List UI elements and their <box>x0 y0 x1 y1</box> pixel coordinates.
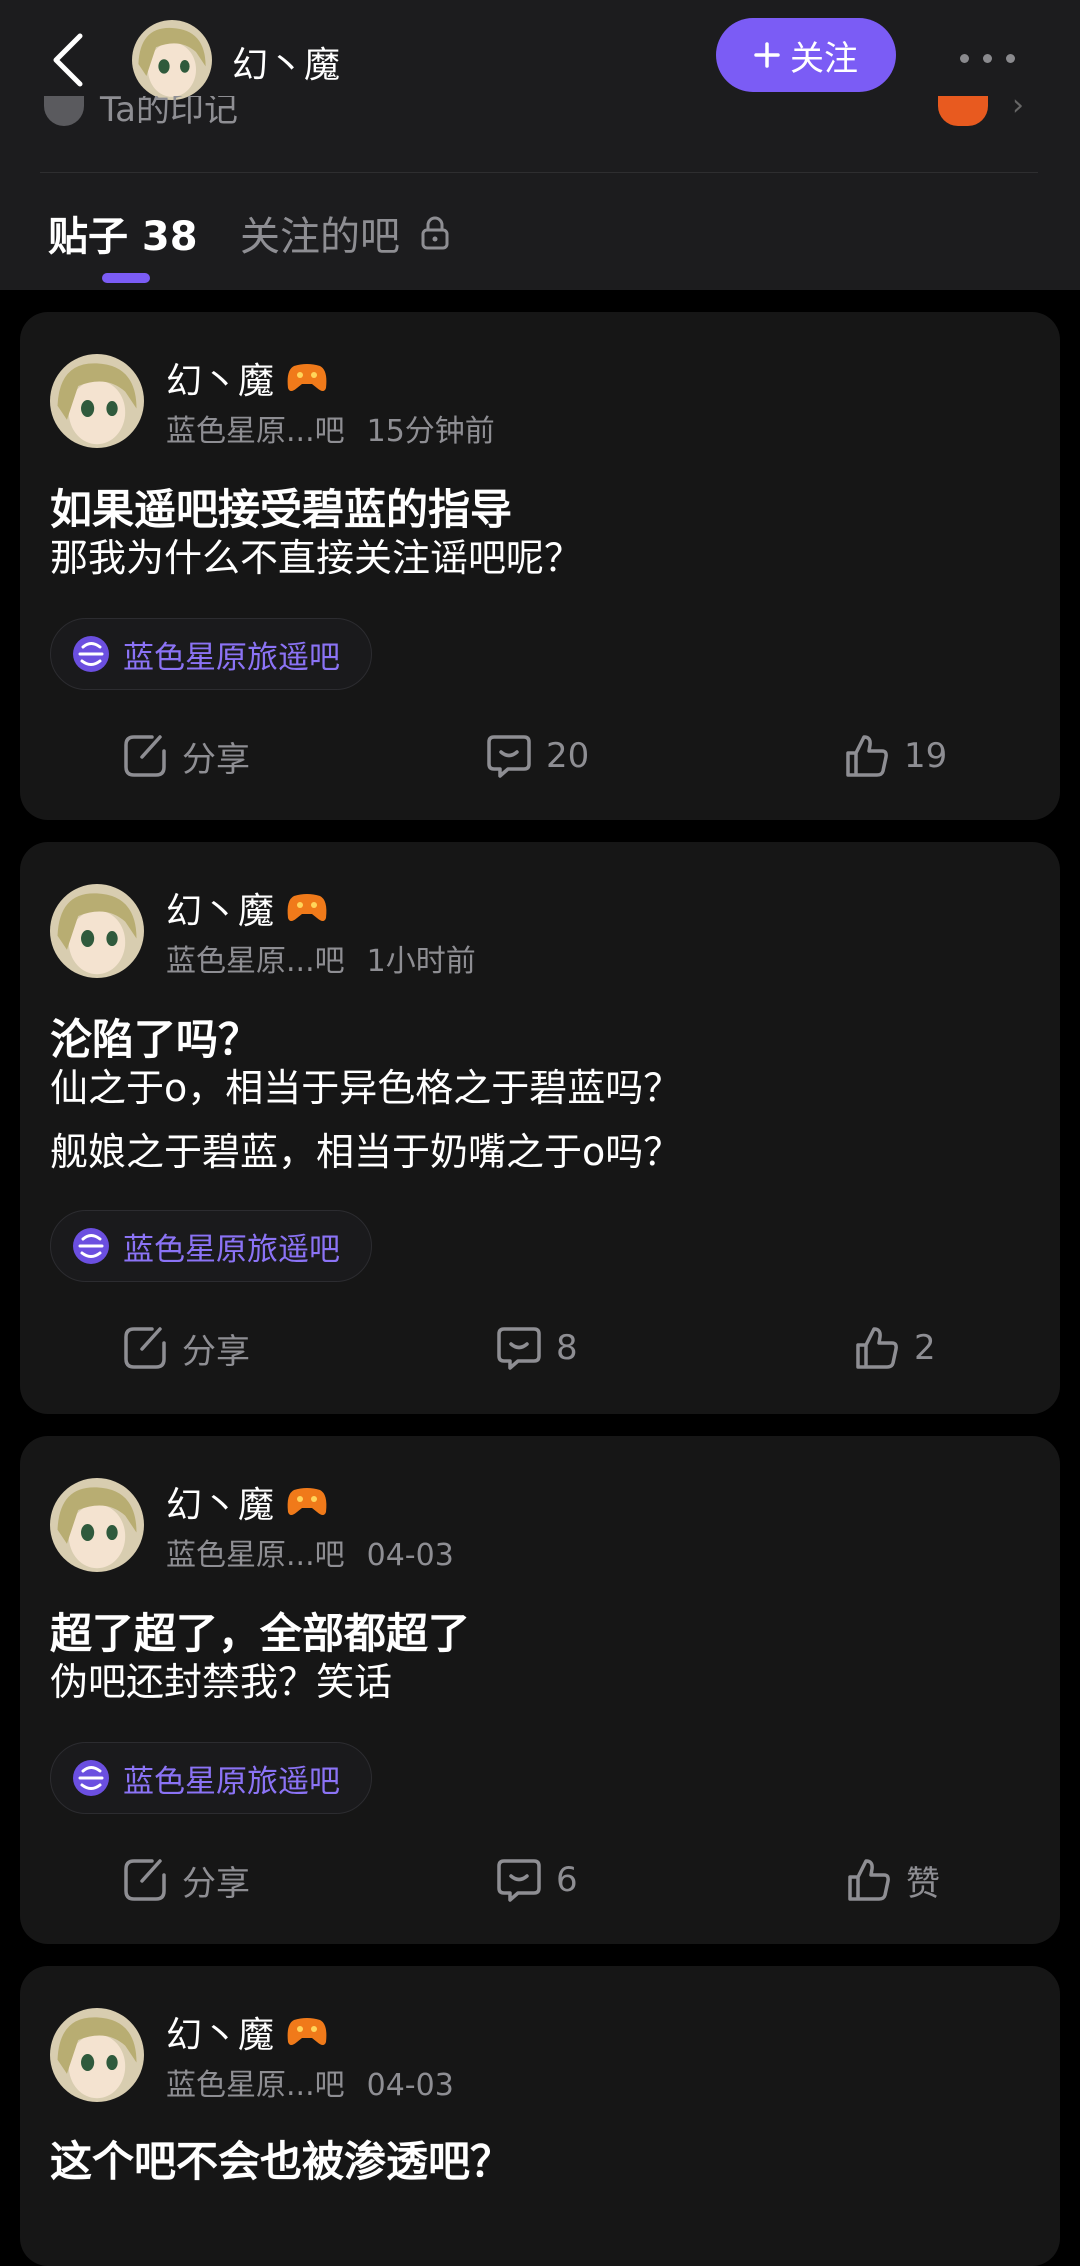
like-button[interactable]: 19 <box>844 726 947 786</box>
post-meta: 蓝色星原...吧 04-03 <box>166 2060 454 2104</box>
forum-tag[interactable]: 蓝色星原旅遥吧 <box>50 1742 372 1814</box>
forum-logo-icon <box>73 636 109 672</box>
author-name[interactable]: 幻丶魔 <box>166 2006 328 2058</box>
share-icon <box>124 1327 166 1369</box>
impression-row[interactable]: Ta的印记 › <box>40 96 1040 136</box>
share-icon <box>124 735 166 777</box>
gamepad-badge-icon <box>287 364 327 391</box>
header-avatar[interactable] <box>132 20 212 100</box>
forum-short-name[interactable]: 蓝色星原...吧 <box>166 414 345 449</box>
post-card[interactable]: 幻丶魔 蓝色星原...吧 15分钟前 如果遥吧接受碧蓝的指导 那我为什么不直接关注… <box>20 312 1060 820</box>
comment-icon <box>497 1327 541 1370</box>
forum-logo-icon <box>73 1760 109 1796</box>
more-options-icon[interactable] <box>960 54 1015 63</box>
avatar[interactable] <box>50 1478 144 1572</box>
tab-followed-forums-label: 关注的吧 <box>240 214 400 260</box>
post-card[interactable]: 幻丶魔 蓝色星原...吧 1小时前 沦陷了吗？ 仙之于o，相当于异色格之于碧蓝吗？… <box>20 842 1060 1414</box>
forum-tag[interactable]: 蓝色星原旅遥吧 <box>50 618 372 690</box>
share-button[interactable]: 分享 <box>122 1318 250 1378</box>
post-body-line[interactable]: 伪吧还封禁我？笑话 <box>50 1650 392 1714</box>
author-name[interactable]: 幻丶魔 <box>166 1476 328 1528</box>
comment-button[interactable]: 8 <box>496 1318 578 1378</box>
share-icon <box>124 1859 166 1901</box>
post-meta: 蓝色星原...吧 1小时前 <box>166 936 476 980</box>
post-meta: 蓝色星原...吧 04-03 <box>166 1530 454 1574</box>
author-name-text: 幻丶魔 <box>166 891 275 932</box>
share-button[interactable]: 分享 <box>122 726 250 786</box>
comment-button[interactable]: 20 <box>486 726 589 786</box>
post-actions: 分享 6 赞 <box>20 1850 1060 1910</box>
like-label: 赞 <box>906 1863 940 1904</box>
author-name-text: 幻丶魔 <box>166 1485 275 1526</box>
plus-icon <box>754 42 780 68</box>
comment-icon <box>487 735 531 778</box>
post-actions: 分享 8 2 <box>20 1318 1060 1378</box>
follow-button-label: 关注 <box>790 38 858 79</box>
comment-button[interactable]: 6 <box>496 1850 578 1910</box>
back-arrow-icon[interactable] <box>46 30 90 90</box>
forum-short-name[interactable]: 蓝色星原...吧 <box>166 1538 345 1573</box>
thumbs-up-icon <box>848 1859 890 1901</box>
tab-active-indicator <box>102 273 150 283</box>
post-title[interactable]: 这个吧不会也被渗透吧？ <box>50 2128 512 2189</box>
header-user-name: 幻丶魔 <box>232 45 341 86</box>
profile-header: 幻丶魔 关注 Ta的印记 › 贴子 38 关注的吧 <box>0 0 1080 290</box>
comment-icon <box>497 1859 541 1902</box>
post-body-line[interactable]: 舰娘之于碧蓝，相当于奶嘴之于o吗？ <box>50 1120 681 1184</box>
share-label: 分享 <box>182 739 250 780</box>
impression-label: Ta的印记 <box>100 96 238 130</box>
forum-logo-icon <box>73 1228 109 1264</box>
share-label: 分享 <box>182 1863 250 1904</box>
lock-icon <box>421 216 449 250</box>
tab-followed-forums[interactable]: 关注的吧 <box>240 204 450 262</box>
avatar[interactable] <box>50 884 144 978</box>
divider <box>40 172 1038 173</box>
comment-count: 8 <box>556 1328 578 1368</box>
post-time: 04-03 <box>366 1538 454 1573</box>
post-meta: 蓝色星原...吧 15分钟前 <box>166 406 495 450</box>
author-name-text: 幻丶魔 <box>166 2015 275 2056</box>
post-time: 15分钟前 <box>366 414 495 449</box>
post-time: 1小时前 <box>366 944 476 979</box>
author-name[interactable]: 幻丶魔 <box>166 352 328 404</box>
forum-tag[interactable]: 蓝色星原旅遥吧 <box>50 1210 372 1282</box>
author-name[interactable]: 幻丶魔 <box>166 882 328 934</box>
tab-posts[interactable]: 贴子 38 <box>48 204 198 262</box>
comment-count: 6 <box>556 1860 578 1900</box>
share-button[interactable]: 分享 <box>122 1850 250 1910</box>
gamepad-badge-icon <box>287 2018 327 2045</box>
badge-icon <box>938 96 988 126</box>
forum-tag-label: 蓝色星原旅遥吧 <box>123 1763 340 1800</box>
forum-short-name[interactable]: 蓝色星原...吧 <box>166 944 345 979</box>
like-button[interactable]: 2 <box>854 1318 936 1378</box>
forum-short-name[interactable]: 蓝色星原...吧 <box>166 2068 345 2103</box>
impression-icon <box>44 96 84 126</box>
avatar[interactable] <box>50 2008 144 2102</box>
post-actions: 分享 20 19 <box>20 726 1060 786</box>
gamepad-badge-icon <box>287 1488 327 1515</box>
like-count: 19 <box>904 736 948 776</box>
chevron-right-icon: › <box>1012 96 1024 123</box>
follow-button[interactable]: 关注 <box>716 18 896 92</box>
avatar[interactable] <box>50 354 144 448</box>
like-button[interactable]: 赞 <box>846 1850 940 1910</box>
gamepad-badge-icon <box>287 894 327 921</box>
post-time: 04-03 <box>366 2068 454 2103</box>
author-name-text: 幻丶魔 <box>166 361 275 402</box>
post-body-line[interactable]: 那我为什么不直接关注谣吧呢？ <box>50 526 582 590</box>
forum-tag-label: 蓝色星原旅遥吧 <box>123 1231 340 1268</box>
like-count: 2 <box>914 1328 936 1368</box>
comment-count: 20 <box>546 736 590 776</box>
forum-tag-label: 蓝色星原旅遥吧 <box>123 639 340 676</box>
post-card[interactable]: 幻丶魔 蓝色星原...吧 04-03 超了超了，全部都超了 伪吧还封禁我？笑话 蓝… <box>20 1436 1060 1944</box>
share-label: 分享 <box>182 1331 250 1372</box>
post-body-line[interactable]: 仙之于o，相当于异色格之于碧蓝吗？ <box>50 1056 681 1120</box>
thumbs-up-icon <box>846 735 888 777</box>
thumbs-up-icon <box>856 1327 898 1369</box>
post-card[interactable]: 幻丶魔 蓝色星原...吧 04-03 这个吧不会也被渗透吧？ <box>20 1966 1060 2266</box>
